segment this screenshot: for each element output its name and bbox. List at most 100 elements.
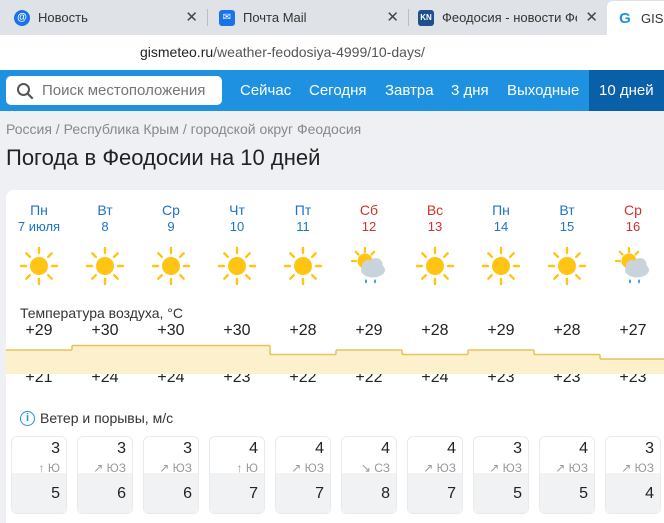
breadcrumb-russia[interactable]: Россия bbox=[6, 121, 52, 137]
close-tab-icon[interactable]: ✕ bbox=[386, 8, 399, 26]
wind-gust: 5 bbox=[513, 485, 522, 502]
browser-tab-feodosia-news[interactable]: KN Феодосия - новости Феод ✕ bbox=[418, 3, 604, 32]
sun-icon bbox=[6, 246, 72, 288]
wind-speed: 3 bbox=[117, 440, 126, 457]
nav-3-days[interactable]: 3 дня bbox=[451, 70, 489, 111]
wind-arrow-icon: ↗ bbox=[159, 461, 170, 475]
nav-10-days[interactable]: 10 дней bbox=[589, 70, 664, 111]
tab-label: Феодосия - новости Феод bbox=[442, 10, 577, 25]
wind-direction-label: ЮЗ bbox=[304, 461, 324, 475]
wind-card[interactable]: 3 ↗ ЮЗ 4 bbox=[605, 436, 661, 514]
wind-arrow-icon: ↗ bbox=[555, 461, 566, 475]
day-name: Вс bbox=[426, 202, 444, 218]
wind-card[interactable]: 3 ↗ ЮЗ 6 bbox=[143, 436, 199, 514]
temp-band-segment bbox=[534, 354, 600, 374]
tab-label: Почта Mail bbox=[243, 10, 307, 25]
wind-speed: 4 bbox=[249, 440, 258, 457]
day-name: Пн bbox=[30, 202, 48, 218]
day-name: Чт bbox=[229, 202, 245, 218]
wind-gust: 7 bbox=[315, 485, 324, 502]
wind-section-header: i Ветер и порывы, м/с bbox=[20, 410, 173, 426]
wind-direction-label: ЮЗ bbox=[502, 461, 522, 475]
sun-icon bbox=[138, 246, 204, 288]
wind-card[interactable]: 4 ↗ ЮЗ 7 bbox=[275, 436, 331, 514]
wind-direction: ↘ СЗ bbox=[361, 461, 390, 475]
wind-direction-label: ЮЗ bbox=[106, 461, 126, 475]
day-date: 12 bbox=[361, 219, 377, 234]
day-name: Вт bbox=[97, 202, 113, 218]
wind-gust: 7 bbox=[249, 485, 258, 502]
temp-band-segment bbox=[402, 354, 468, 374]
wind-gust: 5 bbox=[579, 485, 588, 502]
wind-arrow-icon: ↗ bbox=[489, 461, 500, 475]
wind-direction-label: ЮЗ bbox=[634, 461, 654, 475]
location-search-input[interactable] bbox=[42, 82, 222, 99]
wind-direction: ↗ ЮЗ bbox=[159, 461, 192, 475]
breadcrumb: Россия / Республика Крым / городской окр… bbox=[6, 121, 362, 137]
breadcrumb-feodosia-district[interactable]: городской округ Феодосия bbox=[191, 121, 362, 137]
browser-tab-news[interactable]: @ Новость ✕ bbox=[14, 3, 204, 32]
browser-tab-mail[interactable]: ✉ Почта Mail ✕ bbox=[219, 3, 405, 32]
temp-band-segment bbox=[600, 359, 664, 374]
sun-icon bbox=[72, 246, 138, 288]
sun-icon bbox=[270, 246, 336, 288]
close-tab-icon[interactable]: ✕ bbox=[185, 8, 198, 26]
wind-gust: 6 bbox=[117, 485, 126, 502]
wind-card[interactable]: 3 ↗ ЮЗ 6 bbox=[77, 436, 133, 514]
search-icon bbox=[17, 82, 34, 99]
breadcrumb-crimea[interactable]: Республика Крым bbox=[64, 121, 179, 137]
wind-card[interactable]: 3 ↗ ЮЗ 5 bbox=[473, 436, 529, 514]
site-nav: Сейчас Сегодня Завтра 3 дня Выходные 10 … bbox=[0, 70, 664, 111]
wind-gust: 5 bbox=[51, 485, 60, 502]
wind-card[interactable]: 3 ↑ Ю 5 bbox=[11, 436, 67, 514]
wind-card[interactable]: 4 ↗ ЮЗ 7 bbox=[407, 436, 463, 514]
temp-band-segment bbox=[204, 345, 270, 374]
wind-arrow-icon: ↑ bbox=[38, 461, 45, 475]
info-icon[interactable]: i bbox=[20, 410, 35, 426]
wind-direction-label: Ю bbox=[245, 461, 258, 475]
tab-favicon-icon: @ bbox=[14, 9, 30, 26]
wind-direction-label: СЗ bbox=[374, 461, 390, 475]
wind-card[interactable]: 4 ↑ Ю 7 bbox=[209, 436, 265, 514]
temp-band-segment bbox=[270, 354, 336, 374]
wind-speed: 4 bbox=[579, 440, 588, 457]
wind-gust: 4 bbox=[645, 485, 654, 502]
page-title: Погода в Феодосии на 10 дней bbox=[6, 145, 321, 170]
url-text[interactable]: gismeteo.ru/weather-feodosiya-4999/10-da… bbox=[140, 44, 425, 60]
close-tab-icon[interactable]: ✕ bbox=[585, 8, 598, 26]
wind-direction: ↗ ЮЗ bbox=[489, 461, 522, 475]
nav-now[interactable]: Сейчас bbox=[240, 70, 291, 111]
wind-direction-label: Ю bbox=[47, 461, 60, 475]
wind-card[interactable]: 4 ↗ ЮЗ 5 bbox=[539, 436, 595, 514]
day-name: Пт bbox=[294, 202, 312, 218]
tab-divider bbox=[207, 9, 208, 26]
wind-direction-label: ЮЗ bbox=[568, 461, 588, 475]
sun-icon bbox=[468, 246, 534, 288]
nav-tomorrow[interactable]: Завтра bbox=[385, 70, 434, 111]
wind-label: Ветер и порывы, м/с bbox=[40, 410, 174, 426]
browser-tab-gismeteo[interactable]: G GISM bbox=[607, 1, 664, 35]
gismeteo-favicon-icon: G bbox=[619, 9, 631, 27]
wind-direction: ↑ Ю bbox=[39, 461, 60, 475]
nav-today[interactable]: Сегодня bbox=[309, 70, 367, 111]
wind-arrow-icon: ↑ bbox=[236, 461, 243, 475]
day-date: 15 bbox=[559, 219, 575, 234]
day-date: 13 bbox=[427, 219, 443, 234]
address-bar[interactable]: gismeteo.ru/weather-feodosiya-4999/10-da… bbox=[0, 35, 664, 70]
location-search[interactable] bbox=[6, 76, 222, 105]
wind-speed: 3 bbox=[51, 440, 60, 457]
nav-weekend[interactable]: Выходные bbox=[507, 70, 579, 111]
wind-gust: 7 bbox=[447, 485, 456, 502]
wind-speed: 4 bbox=[381, 440, 390, 457]
wind-card[interactable]: 4 ↘ СЗ 8 bbox=[341, 436, 397, 514]
tab-label: GISM bbox=[641, 10, 664, 26]
wind-speed: 3 bbox=[645, 440, 654, 457]
wind-gust: 8 bbox=[381, 485, 390, 502]
day-name: Вт bbox=[559, 202, 575, 218]
mail-favicon-icon: ✉ bbox=[219, 9, 235, 26]
kn-favicon-icon: KN bbox=[418, 9, 434, 26]
wind-direction: ↗ ЮЗ bbox=[423, 461, 456, 475]
wind-arrow-icon: ↗ bbox=[423, 461, 434, 475]
temp-band-segment bbox=[6, 350, 72, 374]
day-date: 9 bbox=[167, 219, 175, 234]
